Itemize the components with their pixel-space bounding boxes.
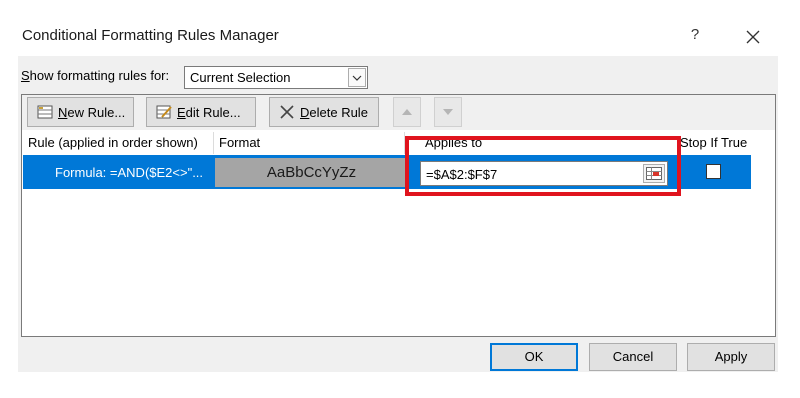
help-button[interactable]: ?: [685, 26, 705, 46]
close-button[interactable]: [742, 26, 764, 48]
close-icon: [746, 30, 760, 44]
apply-button[interactable]: Apply: [687, 343, 775, 371]
column-header-stop-if-true[interactable]: Stop If True: [677, 132, 751, 154]
show-rules-label: Show formatting rules for:: [21, 68, 170, 83]
cancel-button[interactable]: Cancel: [589, 343, 677, 371]
rules-list-frame: [21, 94, 776, 337]
column-header-format[interactable]: Format: [214, 132, 404, 154]
stop-if-true-checkbox[interactable]: [706, 164, 721, 179]
dropdown-button[interactable]: [348, 68, 366, 87]
show-rules-value: Current Selection: [190, 70, 291, 85]
delete-icon: [278, 103, 296, 121]
format-preview: AaBbCcYyZz: [215, 158, 408, 187]
column-header-rule[interactable]: Rule (applied in order shown): [23, 132, 213, 154]
rule-formula-text: Formula: =AND($E2<>"...: [55, 165, 204, 180]
delete-rule-button[interactable]: Delete Rule: [269, 97, 379, 127]
arrow-up-icon: [402, 109, 412, 115]
edit-rule-icon: [155, 103, 173, 121]
new-rule-icon: [36, 103, 54, 121]
dialog-title: Conditional Formatting Rules Manager: [22, 27, 279, 44]
arrow-down-icon: [443, 109, 453, 115]
highlight-annotation: [405, 136, 681, 196]
move-up-button[interactable]: [393, 97, 421, 127]
new-rule-button[interactable]: New Rule...: [27, 97, 134, 127]
move-down-button[interactable]: [434, 97, 462, 127]
conditional-formatting-dialog: Conditional Formatting Rules Manager ? S…: [0, 0, 800, 398]
chevron-down-icon: [352, 75, 362, 81]
edit-rule-button[interactable]: Edit Rule...: [146, 97, 256, 127]
ok-button[interactable]: OK: [490, 343, 578, 371]
show-rules-dropdown[interactable]: Current Selection: [184, 66, 368, 89]
